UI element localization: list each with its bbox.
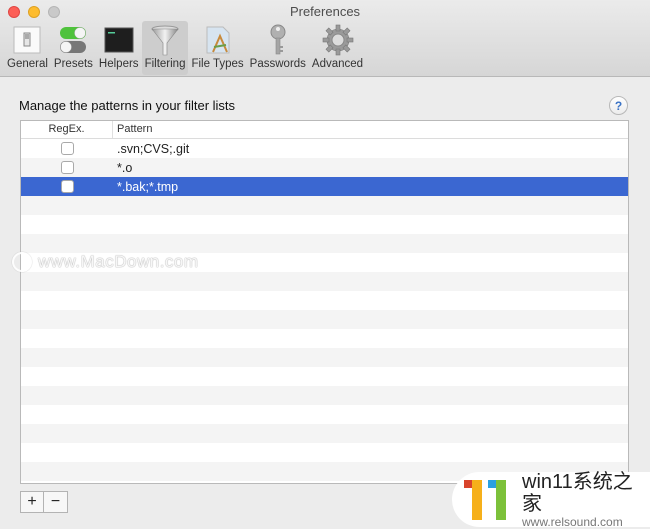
- tab-label: Presets: [53, 58, 93, 70]
- tab-passwords[interactable]: Passwords: [247, 21, 309, 75]
- pattern-cell[interactable]: *.o: [113, 161, 132, 175]
- empty-row: [21, 386, 628, 405]
- watermark: www.MacDown.com: [12, 252, 199, 272]
- table-row[interactable]: .svn;CVS;.git: [21, 139, 628, 158]
- badge-title: win11系统之家: [522, 470, 633, 515]
- tab-filtering[interactable]: Filtering: [141, 21, 189, 75]
- tab-presets[interactable]: Presets: [51, 21, 96, 75]
- column-header-regex[interactable]: RegEx.: [21, 121, 113, 138]
- empty-row: [21, 234, 628, 253]
- pattern-cell[interactable]: .svn;CVS;.git: [113, 142, 189, 156]
- add-remove-buttons: + −: [20, 491, 68, 513]
- regex-checkbox[interactable]: [60, 161, 74, 174]
- tab-label: Filtering: [144, 58, 186, 70]
- table-header: RegEx. Pattern: [21, 121, 628, 139]
- tab-label: File Types: [191, 58, 244, 70]
- tab-label: Passwords: [249, 58, 306, 70]
- remove-pattern-button[interactable]: −: [44, 491, 68, 513]
- tab-advanced[interactable]: Advanced: [309, 21, 366, 75]
- help-button[interactable]: ?: [609, 96, 628, 115]
- watermark-logo-icon: [12, 252, 32, 272]
- tab-label: Helpers: [98, 58, 139, 70]
- toggle-switches-icon: [56, 23, 90, 57]
- regex-checkbox[interactable]: [60, 142, 74, 155]
- regex-checkbox[interactable]: [60, 180, 74, 193]
- funnel-icon: [148, 23, 182, 57]
- win11-logo-icon: [464, 479, 514, 520]
- empty-row: [21, 215, 628, 234]
- empty-row: [21, 348, 628, 367]
- pattern-cell[interactable]: *.bak;*.tmp: [113, 180, 178, 194]
- empty-row: [21, 310, 628, 329]
- add-pattern-button[interactable]: +: [20, 491, 44, 513]
- watermark-text: www.MacDown.com: [38, 252, 199, 271]
- tab-label: Advanced: [311, 58, 364, 70]
- empty-rows: [21, 196, 628, 483]
- tab-file-types[interactable]: File Types: [188, 21, 246, 75]
- empty-row: [21, 367, 628, 386]
- site-badge: win11系统之家 www.relsound.com: [452, 470, 650, 529]
- key-icon: [261, 23, 295, 57]
- empty-row: [21, 329, 628, 348]
- empty-row: [21, 424, 628, 443]
- document-app-icon: [201, 23, 235, 57]
- window-title: Preferences: [289, 4, 361, 19]
- table-row[interactable]: *.o: [21, 158, 628, 177]
- title-bar: Preferences General Presets Helpers Filt…: [0, 0, 650, 77]
- column-header-pattern[interactable]: Pattern: [113, 121, 152, 138]
- empty-row: [21, 405, 628, 424]
- empty-row: [21, 443, 628, 462]
- section-heading: Manage the patterns in your filter lists: [19, 98, 236, 113]
- tab-label: General: [7, 58, 48, 70]
- tab-helpers[interactable]: Helpers: [96, 21, 142, 75]
- preferences-toolbar: General Presets Helpers Filtering File T…: [4, 21, 366, 75]
- empty-row: [21, 272, 628, 291]
- gear-icon: [321, 23, 355, 57]
- general-switch-icon: [10, 23, 44, 57]
- empty-row: [21, 291, 628, 310]
- table-row-selected[interactable]: *.bak;*.tmp: [21, 177, 628, 196]
- empty-row: [21, 196, 628, 215]
- terminal-icon: [102, 23, 136, 57]
- badge-subtitle: www.relsound.com: [522, 514, 623, 529]
- tab-general[interactable]: General: [4, 21, 51, 75]
- filter-patterns-table[interactable]: RegEx. Pattern .svn;CVS;.git *.o *.bak;*…: [20, 120, 629, 484]
